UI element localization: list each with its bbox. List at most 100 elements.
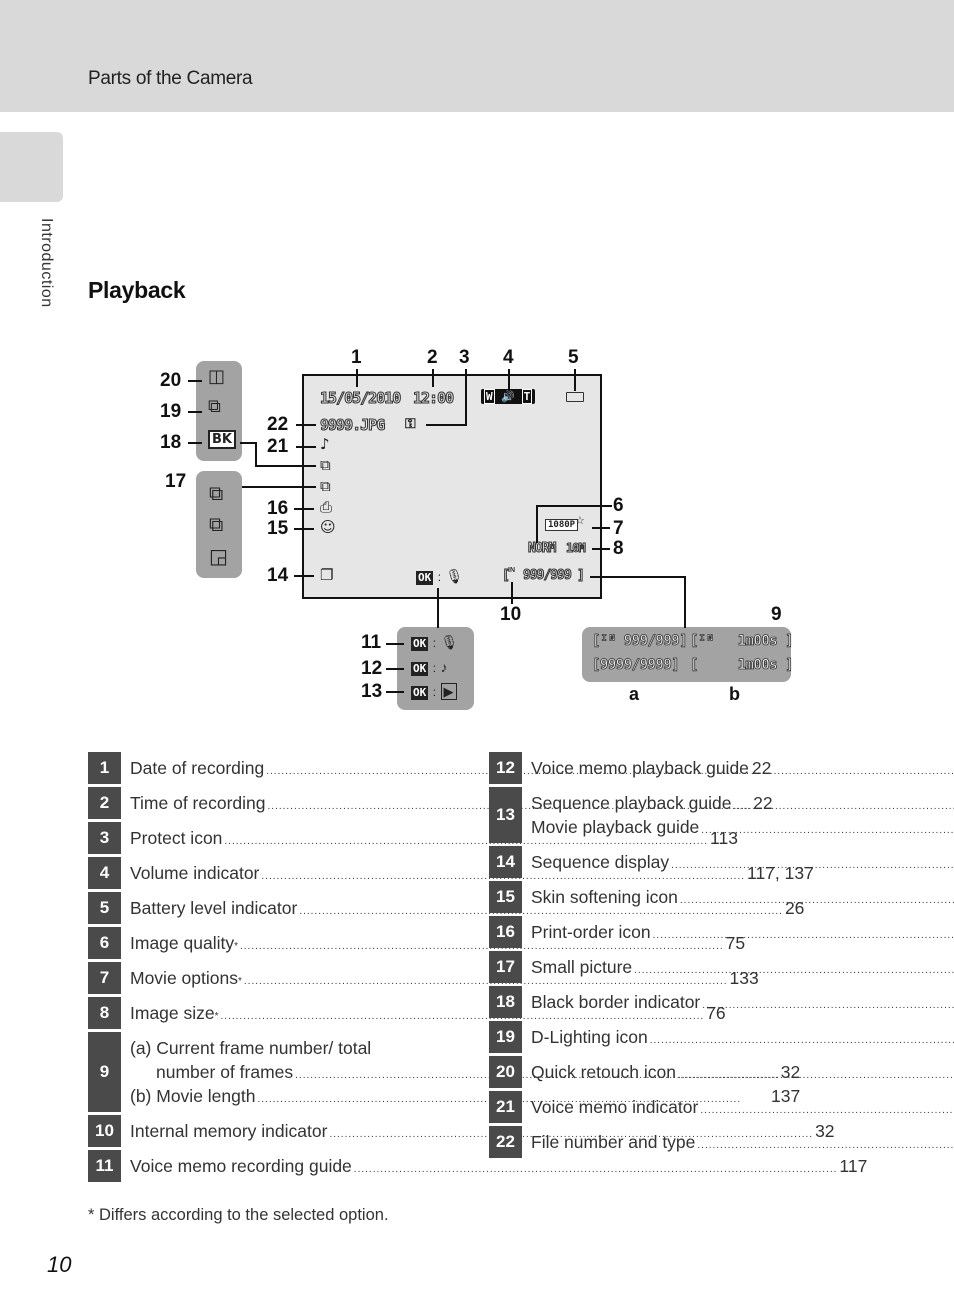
dot-leader — [653, 924, 954, 948]
callout-18: 18 — [160, 432, 182, 453]
leader-line-12 — [386, 668, 404, 670]
legend-number-badge: 13 — [489, 787, 522, 843]
entry-label: Internal memory indicator — [130, 1121, 328, 1141]
callout-19: 19 — [160, 401, 182, 422]
leader-line-18 — [188, 442, 202, 444]
page-number: 10 — [47, 1252, 72, 1277]
legend-number-badge: 14 — [489, 846, 522, 878]
leader-line-18b — [255, 442, 257, 466]
volume-indicator: W 🔊 T — [481, 389, 536, 404]
entry-label: number of frames — [156, 1062, 294, 1082]
legend-right: 12Voice memo playback guide11713Sequence… — [489, 752, 854, 1161]
leader-line-4 — [508, 369, 510, 391]
legend-number-badge: 16 — [489, 916, 522, 948]
leader-line-3b — [426, 424, 467, 426]
dot-leader — [680, 889, 954, 913]
legend-entry: Sequence display116 — [531, 850, 954, 874]
entry-label: (a) Current frame number/ total — [130, 1038, 372, 1058]
legend-entry: Black border indicator125 — [531, 990, 954, 1014]
legend-row: 7Movie options*133 — [88, 962, 759, 994]
entry-label: Print-order icon — [531, 922, 651, 942]
legend-entry: File number and type181 — [531, 1130, 954, 1154]
legend-entry: Voice memo indicator117 — [531, 1095, 954, 1119]
legend-row: 17Small picture124, 126 — [489, 951, 854, 983]
leader-line-15 — [294, 528, 314, 530]
legend-entries: Black border indicator125 — [522, 986, 954, 1018]
small-picture-screen-icon: ⧉ — [320, 477, 331, 495]
entry-label: D-Lighting icon — [531, 1027, 648, 1047]
legend-row: 20Quick retouch icon120 — [489, 1056, 854, 1088]
legend-number-badge: 21 — [489, 1091, 522, 1123]
microphone-icon: 🎙 — [440, 634, 459, 650]
leader-line-14 — [294, 575, 314, 577]
internal-memory-icon: IN — [508, 567, 515, 574]
leader-line-21 — [296, 446, 316, 448]
leader-line-18c — [255, 465, 316, 467]
volume-w-label: W — [484, 389, 495, 404]
ok-icon: OK — [416, 571, 434, 585]
legend-number-badge: 17 — [489, 951, 522, 983]
legend-number-badge: 6 — [88, 927, 121, 959]
legend-number-badge: 8 — [88, 997, 121, 1029]
voice-memo-recording-row: OK : 🎙 — [411, 634, 458, 652]
movie-option-icon: 1080P — [545, 519, 579, 531]
entry-label: Battery level indicator — [130, 898, 298, 918]
legend-row: 12Voice memo playback guide117 — [489, 752, 854, 784]
frame-counter: 999/999 — [523, 568, 573, 584]
legend-entries: Small picture124, 126 — [522, 951, 954, 983]
small-picture-medium-icon: ⧉ — [209, 512, 224, 536]
leader-line-9b — [684, 576, 686, 628]
legend-number-badge: 12 — [489, 752, 522, 784]
label-b: b — [729, 684, 740, 704]
playback-screen-diagram: ◫ ⧉ BK ⧉ ⧉ ◲ 15/05/2010 12:00 9999.JPG ⚿… — [0, 0, 954, 730]
entry-label: Movie options — [130, 968, 238, 988]
speaker-icon: 🔊 — [501, 390, 515, 403]
callout-15: 15 — [267, 518, 289, 539]
playback-guide-row: OK : ▶ — [411, 683, 457, 701]
legend-number-badge: 1 — [88, 752, 121, 784]
small-picture-small-icon: ◲ — [209, 544, 228, 568]
dot-leader — [354, 1158, 838, 1182]
entry-label: File number and type — [531, 1132, 696, 1152]
legend-entry: D-Lighting icon121 — [531, 1025, 954, 1049]
legend-row: 22File number and type181 — [489, 1126, 854, 1158]
leader-line-1 — [356, 369, 358, 387]
dot-leader — [697, 1134, 954, 1158]
entry-label: Movie playback guide — [531, 817, 700, 837]
legend-number-badge: 20 — [489, 1056, 522, 1088]
legend-row: 8Image size*76 — [88, 997, 726, 1029]
recording-time: 12:00 — [412, 389, 454, 408]
leader-line-10 — [511, 582, 513, 604]
legend-row: 13Sequence playback guide102Movie playba… — [489, 787, 854, 843]
legend-row: 21Voice memo indicator117 — [489, 1091, 854, 1123]
callout-3: 3 — [459, 347, 470, 368]
leader-line-8 — [592, 548, 610, 550]
legend-entries: File number and type181 — [522, 1126, 954, 1158]
ok-icon: OK — [411, 662, 429, 676]
legend-entry: Print-order icon108 — [531, 920, 954, 944]
entry-label: (b) Movie length — [130, 1086, 256, 1106]
volume-t-label: T — [521, 389, 533, 404]
image-size: 10M — [566, 541, 587, 556]
legend-number-badge: 10 — [88, 1115, 121, 1147]
callout-14: 14 — [267, 565, 289, 586]
entry-label: Volume indicator — [130, 863, 260, 883]
entry-label: Voice memo playback guide — [531, 758, 749, 778]
callout-8: 8 — [613, 538, 624, 559]
dot-leader — [671, 854, 954, 878]
leader-line-3a — [465, 369, 467, 426]
panel9-row2-a: [9999/9999] — [592, 657, 681, 674]
play-icon: ▶ — [440, 683, 457, 700]
callout-1: 1 — [351, 347, 362, 368]
legend-entries: D-Lighting icon121 — [522, 1021, 954, 1053]
colon: : — [432, 636, 437, 650]
voice-memo-indicator-icon: ♪ — [320, 435, 330, 453]
dot-leader — [634, 959, 954, 983]
entry-label: Image quality — [130, 933, 235, 953]
entry-label: Image size — [130, 1003, 215, 1023]
footnote-marker: * — [234, 941, 238, 952]
lcd-screen — [302, 374, 602, 599]
frame-counter-bracket: ] — [577, 568, 586, 584]
d-lighting-screen-icon: ⧉ — [320, 456, 331, 474]
callout-6: 6 — [613, 495, 624, 516]
